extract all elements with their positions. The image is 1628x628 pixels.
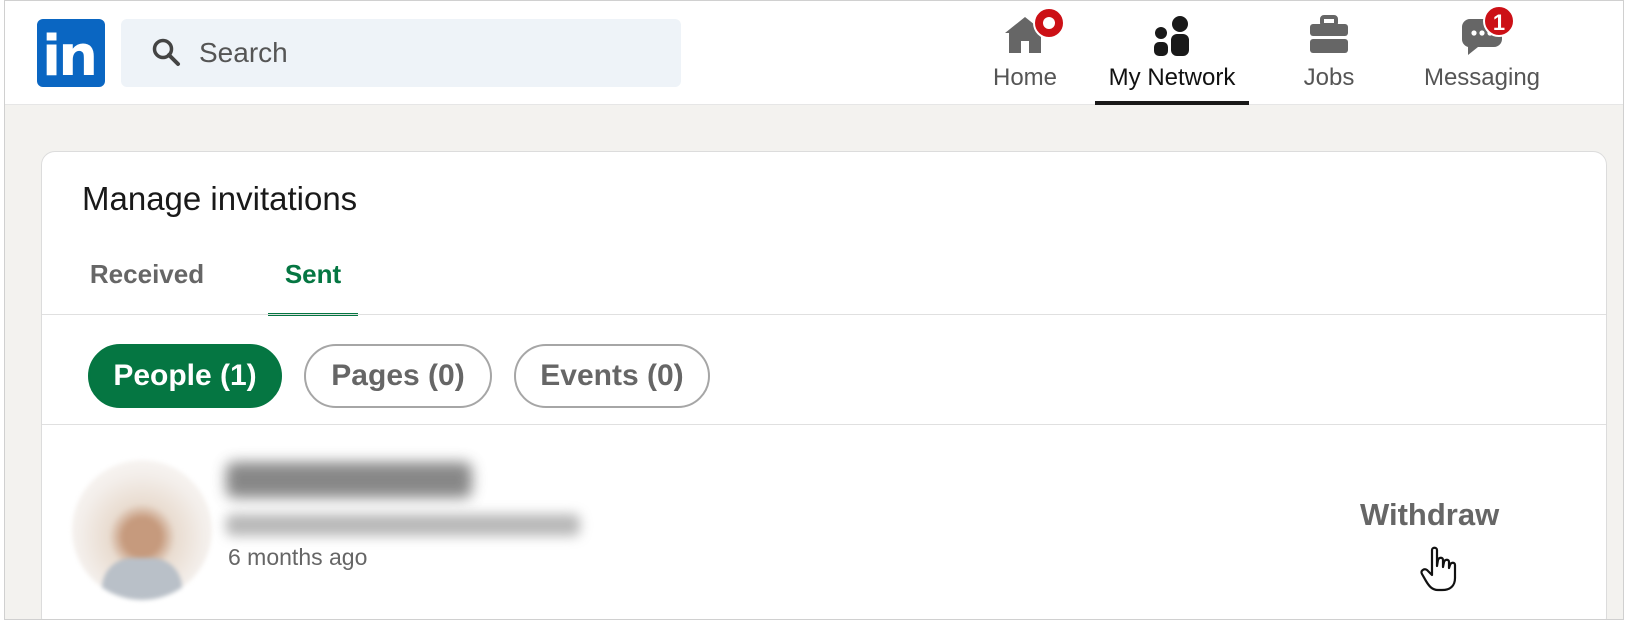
filters-divider: [42, 424, 1606, 425]
nav-home[interactable]: Home: [975, 1, 1075, 105]
top-navigation-bar: in Home My Network: [5, 1, 1623, 105]
hand-cursor-icon: [1420, 546, 1457, 592]
app-window: in Home My Network: [4, 0, 1624, 620]
avatar[interactable]: [72, 460, 212, 600]
linkedin-logo[interactable]: in: [37, 19, 105, 89]
search-input[interactable]: [199, 19, 659, 87]
filter-people[interactable]: People (1): [88, 344, 282, 408]
messaging-badge: 1: [1483, 5, 1515, 37]
notification-dot: [1033, 7, 1065, 39]
search-icon: [152, 38, 180, 66]
blurred-headline: [226, 514, 580, 536]
people-icon: [1154, 16, 1189, 56]
nav-jobs-label: Jobs: [1303, 64, 1355, 91]
filter-events[interactable]: Events (0): [514, 344, 710, 408]
logo-text: in: [42, 24, 98, 89]
manage-invitations-card: Manage invitations Received Sent People …: [41, 151, 1607, 619]
nav-my-network[interactable]: My Network: [1095, 1, 1249, 105]
filter-pages[interactable]: Pages (0): [304, 344, 492, 408]
nav-home-label: Home: [992, 64, 1058, 91]
sent-time: 6 months ago: [228, 544, 368, 570]
nav-messaging[interactable]: 1 Messaging: [1417, 1, 1547, 105]
tabs-divider: [42, 314, 1606, 315]
nav-jobs[interactable]: Jobs: [1279, 1, 1379, 105]
tab-sent[interactable]: Sent: [268, 248, 358, 316]
briefcase-icon: [1310, 15, 1348, 53]
search-box[interactable]: [121, 19, 681, 87]
tab-received[interactable]: Received: [86, 248, 208, 316]
nav-messaging-label: Messaging: [1423, 64, 1541, 91]
withdraw-button[interactable]: Withdraw: [1360, 497, 1499, 533]
nav-my-network-label: My Network: [1108, 64, 1236, 91]
blurred-name[interactable]: [226, 462, 472, 498]
card-title: Manage invitations: [82, 180, 358, 217]
